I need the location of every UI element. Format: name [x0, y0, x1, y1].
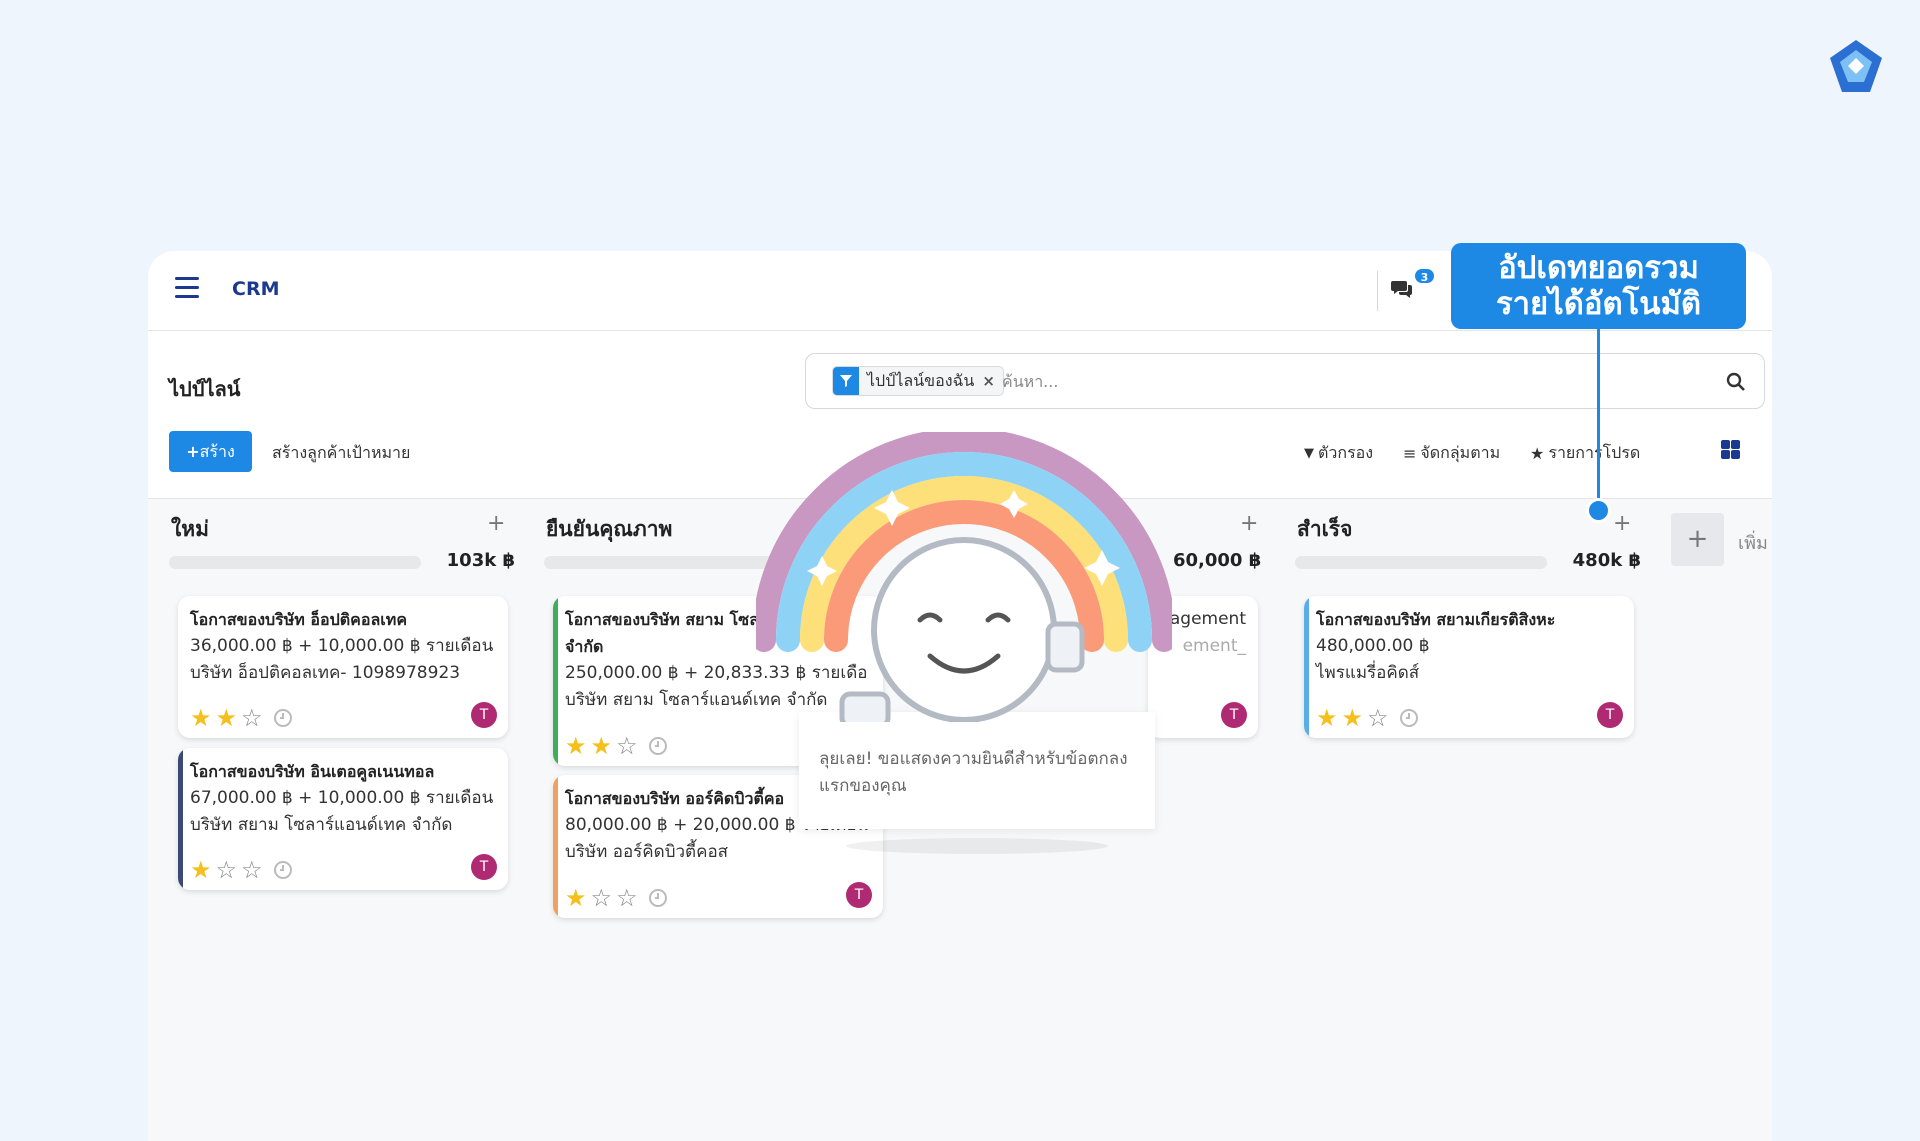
close-icon[interactable]: ×	[982, 372, 995, 390]
star-icon[interactable]: ★	[565, 886, 587, 910]
avatar[interactable]: T	[471, 854, 497, 880]
star-icon: ★	[1530, 444, 1545, 463]
rainbow-man-icon	[756, 432, 1172, 722]
star-icon[interactable]: ★	[190, 858, 212, 882]
page-title: ไปป์ไลน์	[169, 377, 241, 401]
star-outline-icon[interactable]: ☆	[241, 706, 263, 730]
column-total: 480k ฿	[1572, 550, 1641, 571]
navbar-divider	[1377, 271, 1378, 311]
add-column-button[interactable]: +	[1671, 513, 1724, 566]
plus-icon: +	[186, 442, 200, 461]
search-icon[interactable]	[1726, 372, 1746, 392]
create-button-label: สร้าง	[199, 442, 235, 461]
star-icon[interactable]: ★	[1316, 706, 1338, 730]
card-title: agement	[1169, 609, 1246, 629]
create-button[interactable]: +สร้าง	[169, 431, 252, 472]
star-outline-icon[interactable]: ☆	[216, 858, 238, 882]
brand-logo-icon	[1830, 40, 1882, 92]
filter-label: ตัวกรอง	[1318, 443, 1374, 462]
column-total: 103k ฿	[446, 550, 515, 571]
card-amount: 36,000.00 ฿ + 10,000.00 ฿ รายเดือน	[190, 636, 494, 656]
column-total: 60,000 ฿	[1173, 550, 1262, 571]
filter-button[interactable]: ▼ ตัวกรอง	[1304, 441, 1373, 466]
card-title: โอกาสของบริษัท สยามเกียรติสิงหะ	[1316, 610, 1556, 629]
avatar[interactable]: T	[1221, 702, 1247, 728]
card-company: บริษัท สยาม โซลาร์แอนด์เทค จำกัด	[190, 815, 453, 835]
avatar[interactable]: T	[1597, 702, 1623, 728]
kanban-card[interactable]: โอกาสของบริษัท อ็อปติคอลเทค 36,000.00 ฿ …	[178, 596, 508, 738]
favorites-label: รายการโปรด	[1548, 443, 1641, 462]
column-add-icon[interactable]: +	[487, 511, 505, 536]
groupby-button[interactable]: ≡ จัดกลุ่มตาม	[1403, 441, 1500, 466]
star-icon[interactable]: ★	[591, 734, 613, 758]
star-outline-icon[interactable]: ☆	[616, 734, 638, 758]
card-title: โอกาสของบริษัท อินเตอคูลเนนทอล	[190, 762, 435, 781]
star-outline-icon[interactable]: ☆	[241, 858, 263, 882]
card-priority: ★ ☆ ☆	[190, 858, 293, 882]
callout-box: อัปเดทยอดรวม รายได้อัตโนมัติ	[1451, 243, 1746, 329]
callout-pointer-line	[1597, 329, 1600, 509]
favorites-button[interactable]: ★ รายการโปรด	[1530, 441, 1640, 466]
list-icon: ≡	[1403, 444, 1417, 463]
card-company: บริษัท ออร์คิดบิวตี้คอส	[565, 842, 729, 862]
card-company: ไพรแมรี่อคิดส์	[1316, 663, 1420, 683]
card-color-accent	[178, 748, 183, 890]
card-company: ement_	[1182, 636, 1246, 656]
clock-icon[interactable]	[1399, 708, 1419, 728]
clock-icon[interactable]	[648, 888, 668, 908]
add-column-label[interactable]: เพิ่ม	[1738, 528, 1768, 557]
column-title: ยืนยันคุณภาพ	[546, 517, 673, 541]
callout-line2: รายได้อัตโนมัติ	[1495, 286, 1702, 322]
filter-icon: ▼	[1304, 446, 1314, 461]
card-priority: ★ ★ ☆	[565, 734, 668, 758]
kanban-view-icon[interactable]	[1721, 440, 1741, 460]
card-priority: ★ ★ ☆	[190, 706, 293, 730]
column-title: ใหม่	[171, 517, 209, 541]
clock-icon[interactable]	[273, 708, 293, 728]
column-add-icon[interactable]: +	[1240, 511, 1258, 536]
facet-label: ไปป์ไลน์ของฉัน	[867, 370, 975, 390]
card-amount: 67,000.00 ฿ + 10,000.00 ฿ รายเดือน	[190, 788, 494, 808]
clock-icon[interactable]	[273, 860, 293, 880]
avatar[interactable]: T	[846, 882, 872, 908]
card-color-accent	[553, 596, 558, 766]
star-outline-icon[interactable]: ☆	[591, 886, 613, 910]
generate-leads-button[interactable]: สร้างลูกค้าเป้าหมาย	[272, 441, 410, 466]
callout-line1: อัปเดทยอดรวม	[1498, 250, 1699, 286]
kanban-card[interactable]: โอกาสของบริษัท อินเตอคูลเนนทอล 67,000.00…	[178, 748, 508, 890]
chat-count-badge: 3	[1413, 267, 1436, 285]
chat-icon[interactable]	[1391, 279, 1413, 299]
card-color-accent	[1304, 596, 1309, 738]
star-outline-icon[interactable]: ☆	[616, 886, 638, 910]
star-icon[interactable]: ★	[1342, 706, 1364, 730]
clock-icon[interactable]	[648, 736, 668, 756]
star-icon[interactable]: ★	[216, 706, 238, 730]
app-name[interactable]: CRM	[232, 278, 279, 300]
star-icon[interactable]: ★	[190, 706, 212, 730]
card-amount: 480,000.00 ฿	[1316, 636, 1430, 656]
rainbow-shadow	[846, 838, 1108, 854]
card-priority: ★ ★ ☆	[1316, 706, 1419, 730]
avatar[interactable]: T	[471, 702, 497, 728]
menu-icon[interactable]	[175, 277, 199, 299]
column-progress-bar	[169, 556, 421, 569]
search-input[interactable]: ค้นหา...	[1002, 370, 1058, 395]
rainbow-message-popup: ลุยเลย! ขอแสดงความยินดีสำหรับข้อตกลงแรกข…	[799, 712, 1155, 829]
column-progress-bar	[1295, 556, 1547, 569]
callout-pointer-dot	[1586, 498, 1611, 523]
card-title: โอกาสของบริษัท อ็อปติคอลเทค	[190, 610, 408, 629]
star-icon[interactable]: ★	[565, 734, 587, 758]
kanban-card[interactable]: โอกาสของบริษัท สยามเกียรติสิงหะ 480,000.…	[1304, 596, 1634, 738]
rainbow-message: ลุยเลย! ขอแสดงความยินดีสำหรับข้อตกลงแรกข…	[819, 749, 1128, 796]
search-bar[interactable]: ไปป์ไลน์ของฉัน × ค้นหา...	[805, 353, 1765, 409]
groupby-label: จัดกลุ่มตาม	[1420, 443, 1501, 462]
star-outline-icon[interactable]: ☆	[1367, 706, 1389, 730]
card-color-accent	[553, 775, 558, 918]
card-company: บริษัท อ็อปติคอลเทค- 1098978923	[190, 663, 461, 683]
search-facet[interactable]: ไปป์ไลน์ของฉัน ×	[832, 366, 1004, 396]
column-title: สำเร็จ	[1297, 517, 1353, 541]
column-add-icon[interactable]: +	[1613, 511, 1631, 536]
card-priority: ★ ☆ ☆	[565, 886, 668, 910]
filter-icon	[833, 367, 859, 395]
